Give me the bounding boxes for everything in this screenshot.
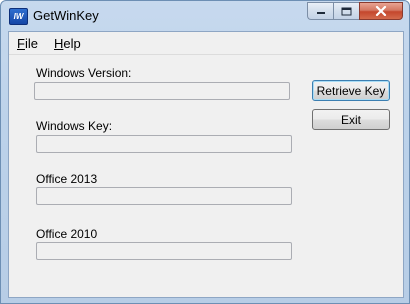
window-title: GetWinKey: [33, 8, 99, 23]
caption-buttons: [307, 2, 403, 21]
retrieve-key-button[interactable]: Retrieve Key: [312, 80, 390, 101]
maximize-icon: [341, 7, 352, 15]
close-button[interactable]: [359, 2, 403, 20]
office-2010-label: Office 2010: [36, 227, 98, 241]
windows-key-field[interactable]: [36, 135, 292, 153]
windows-version-field[interactable]: [34, 82, 290, 100]
menu-file-label: ile: [24, 36, 38, 51]
windows-key-label: Windows Key:: [36, 119, 113, 133]
app-icon: IW: [9, 8, 28, 25]
exit-button[interactable]: Exit: [312, 109, 390, 130]
minimize-icon: [316, 12, 325, 14]
app-window: IW GetWinKey File Help Windows Version: …: [0, 0, 410, 304]
close-icon: [375, 6, 387, 16]
title-bar[interactable]: IW GetWinKey: [1, 1, 409, 31]
menu-help[interactable]: Help: [54, 36, 81, 51]
office-2010-field[interactable]: [36, 242, 292, 260]
office-2013-label: Office 2013: [36, 172, 98, 186]
minimize-button[interactable]: [307, 2, 333, 20]
menu-bar: File Help: [9, 32, 403, 55]
client-area: File Help Windows Version: Windows Key: …: [8, 31, 404, 298]
menu-file-accel: F: [17, 36, 25, 51]
menu-help-accel: H: [54, 36, 64, 51]
menu-help-label: elp: [63, 36, 81, 51]
maximize-button[interactable]: [333, 2, 359, 20]
menu-file[interactable]: File: [17, 36, 38, 51]
windows-version-label: Windows Version:: [36, 66, 132, 80]
office-2013-field[interactable]: [36, 187, 292, 205]
